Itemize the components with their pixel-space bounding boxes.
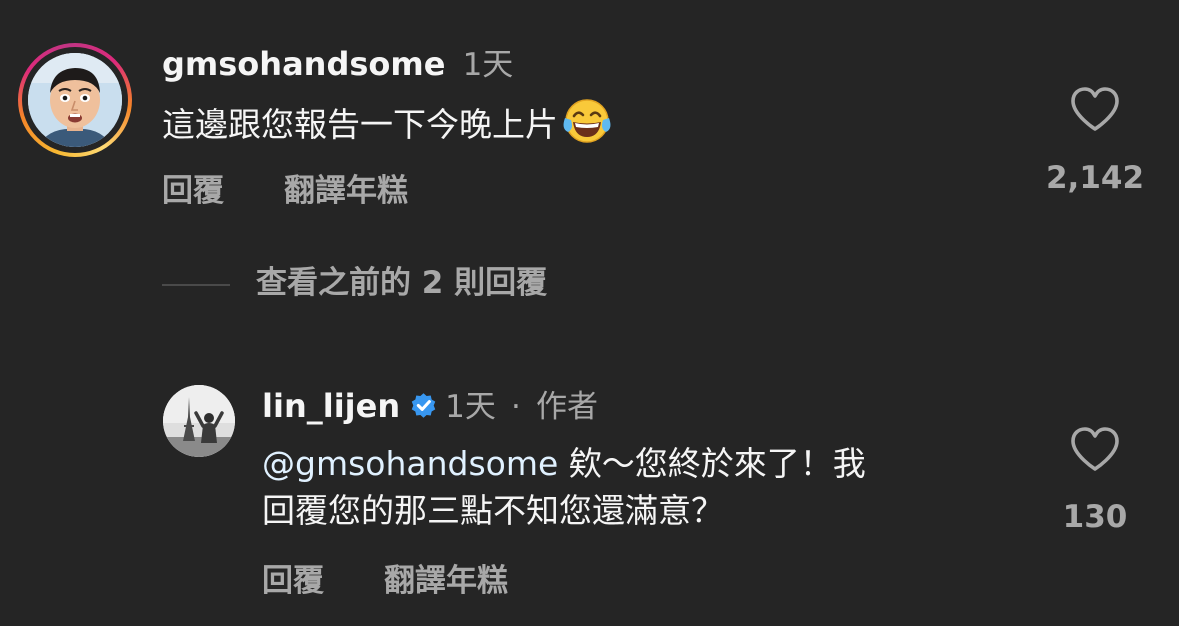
like-count: 2,142 xyxy=(1045,160,1145,196)
mention-link[interactable]: @gmsohandsome xyxy=(262,444,558,483)
username-text[interactable]: lin_lijen xyxy=(262,387,400,425)
face-photo-icon xyxy=(28,53,122,147)
comment-username[interactable]: gmsohandsome 1天 xyxy=(162,48,513,81)
tears-of-joy-emoji-icon xyxy=(563,99,611,143)
story-ring-avatar[interactable] xyxy=(18,43,132,157)
meta-separator: · xyxy=(510,389,521,425)
like-count: 130 xyxy=(1062,499,1128,535)
thread-divider-line xyxy=(162,284,230,286)
reply-time: 1天 xyxy=(445,389,496,425)
comment-body: 這邊跟您報告一下今晚上片 xyxy=(162,96,612,148)
heart-outline-icon xyxy=(1071,427,1119,471)
verified-badge-icon xyxy=(411,393,436,418)
like-button[interactable] xyxy=(1070,426,1120,476)
username-text[interactable]: gmsohandsome xyxy=(162,45,445,83)
reply-line-1: @gmsohandsome 欸～您終於來了！我 xyxy=(262,440,866,487)
translate-button[interactable]: 翻譯年糕 xyxy=(284,176,408,207)
eiffel-tower-photo-icon xyxy=(163,385,235,457)
reply-body: @gmsohandsome 欸～您終於來了！我 回覆您的那三點不知您還滿意？ xyxy=(262,440,866,534)
heart-outline-icon xyxy=(1071,87,1119,131)
avatar xyxy=(28,53,122,147)
comment-time: 1天 xyxy=(462,47,514,83)
reply-line-2: 回覆您的那三點不知您還滿意？ xyxy=(262,491,724,530)
like-button[interactable] xyxy=(1070,86,1120,136)
comment-text: 這邊跟您報告一下今晚上片 xyxy=(162,105,558,144)
author-label: 作者 xyxy=(535,389,598,425)
avatar[interactable] xyxy=(163,385,235,457)
reply-text-1: 欸～您終於來了！我 xyxy=(558,444,866,483)
translate-button[interactable]: 翻譯年糕 xyxy=(384,566,508,597)
reply-button[interactable]: 回覆 xyxy=(162,176,224,207)
reply-username[interactable]: lin_lijen 1天 · 作者 xyxy=(262,390,598,423)
view-previous-replies-button[interactable]: 查看之前的 2 則回覆 xyxy=(256,268,547,299)
reply-button[interactable]: 回覆 xyxy=(262,566,324,597)
